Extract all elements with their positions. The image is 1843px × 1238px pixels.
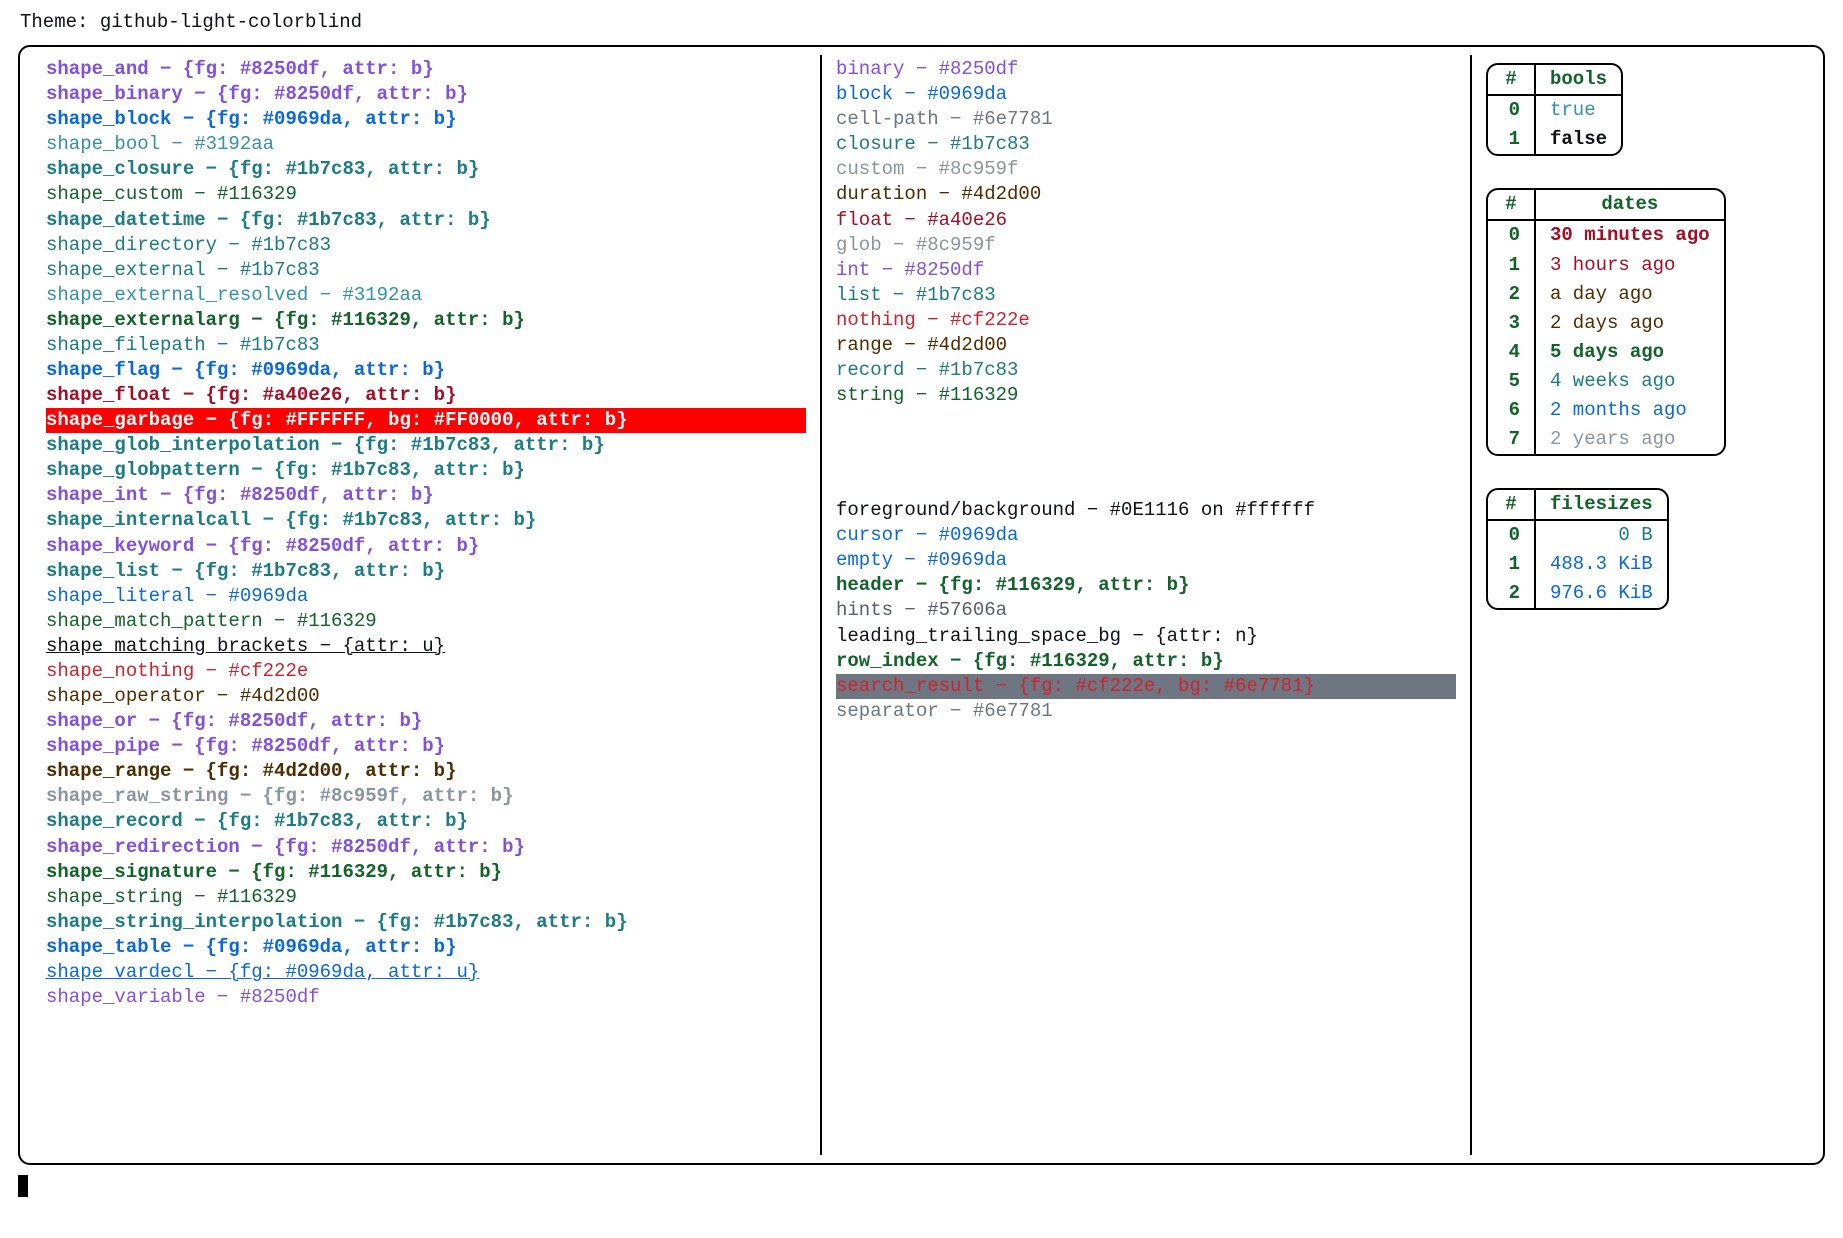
tables-column: #bools0true1false#dates030 minutes ago13…: [1472, 55, 1811, 1155]
shape-row-shape_or: shape_or − {fg: #8250df, attr: b}: [46, 709, 806, 734]
shape-row-shape_filepath: shape_filepath − #1b7c83: [46, 333, 806, 358]
shape-row-shape_redirection: shape_redirection − {fg: #8250df, attr: …: [46, 835, 806, 860]
table-row: 54 weeks ago: [1488, 367, 1724, 396]
shape-row-shape_bool: shape_bool − #3192aa: [46, 132, 806, 157]
shape-row-shape_match_pattern: shape_match_pattern − #116329: [46, 609, 806, 634]
type-row-float: float − #a40e26: [836, 208, 1456, 233]
shape-row-shape_raw_string: shape_raw_string − {fg: #8c959f, attr: b…: [46, 784, 806, 809]
shape-row-shape_external: shape_external − #1b7c83: [46, 258, 806, 283]
shape-row-shape_external_resolved: shape_external_resolved − #3192aa: [46, 283, 806, 308]
dates-table: #dates030 minutes ago13 hours ago2a day …: [1486, 188, 1726, 456]
type-row-nothing: nothing − #cf222e: [836, 308, 1456, 333]
shape-row-shape_and: shape_and − {fg: #8250df, attr: b}: [46, 57, 806, 82]
table-row: 0 0 B: [1488, 520, 1667, 550]
table-row: 1488.3 KiB: [1488, 550, 1667, 579]
preview-panel: shape_and − {fg: #8250df, attr: b}shape_…: [18, 45, 1825, 1165]
table-row: 2a day ago: [1488, 280, 1724, 309]
table-row: 45 days ago: [1488, 338, 1724, 367]
misc-row-empty: empty − #0969da: [836, 548, 1456, 573]
table-row: 1false: [1488, 125, 1621, 154]
type-row-int: int − #8250df: [836, 258, 1456, 283]
shape-row-shape_block: shape_block − {fg: #0969da, attr: b}: [46, 107, 806, 132]
type-row-block: block − #0969da: [836, 82, 1456, 107]
shape-row-shape_closure: shape_closure − {fg: #1b7c83, attr: b}: [46, 157, 806, 182]
theme-title: Theme: github-light-colorblind: [20, 10, 1825, 35]
shape-row-shape_binary: shape_binary − {fg: #8250df, attr: b}: [46, 82, 806, 107]
table-row: 62 months ago: [1488, 396, 1724, 425]
type-row-glob: glob − #8c959f: [836, 233, 1456, 258]
cursor-block: [18, 1175, 28, 1197]
type-row-custom: custom − #8c959f: [836, 157, 1456, 182]
shape-row-shape_nothing: shape_nothing − #cf222e: [46, 659, 806, 684]
type-row-binary: binary − #8250df: [836, 57, 1456, 82]
type-row-range: range − #4d2d00: [836, 333, 1456, 358]
shape-row-shape_variable: shape_variable − #8250df: [46, 985, 806, 1010]
type-row-cell-path: cell-path − #6e7781: [836, 107, 1456, 132]
table-row: 13 hours ago: [1488, 251, 1724, 280]
shapes-column: shape_and − {fg: #8250df, attr: b}shape_…: [32, 55, 822, 1155]
shape-row-shape_int: shape_int − {fg: #8250df, attr: b}: [46, 483, 806, 508]
shape-row-shape_datetime: shape_datetime − {fg: #1b7c83, attr: b}: [46, 208, 806, 233]
table-row: 0true: [1488, 95, 1621, 125]
table-row: 030 minutes ago: [1488, 220, 1724, 250]
table-row: 2976.6 KiB: [1488, 579, 1667, 608]
filesizes-table: #filesizes0 0 B1488.3 KiB2976.6 KiB: [1486, 488, 1669, 610]
misc-row-search_result: search_result − {fg: #cf222e, bg: #6e778…: [836, 674, 1456, 699]
misc-row-cursor: cursor − #0969da: [836, 523, 1456, 548]
shape-row-shape_string_interpolation: shape_string_interpolation − {fg: #1b7c8…: [46, 910, 806, 935]
shape-row-shape_literal: shape_literal − #0969da: [46, 584, 806, 609]
shape-row-shape_internalcall: shape_internalcall − {fg: #1b7c83, attr:…: [46, 508, 806, 533]
shape-row-shape_vardecl: shape_vardecl − {fg: #0969da, attr: u}: [46, 960, 806, 985]
misc-row-hints: hints − #57606a: [836, 598, 1456, 623]
shape-row-shape_float: shape_float − {fg: #a40e26, attr: b}: [46, 383, 806, 408]
shape-row-shape_custom: shape_custom − #116329: [46, 182, 806, 207]
shape-row-shape_table: shape_table − {fg: #0969da, attr: b}: [46, 935, 806, 960]
misc-row-leading_trailing_space_bg: leading_trailing_space_bg − {attr: n}: [836, 624, 1456, 649]
shape-row-shape_list: shape_list − {fg: #1b7c83, attr: b}: [46, 559, 806, 584]
shape-row-shape_directory: shape_directory − #1b7c83: [46, 233, 806, 258]
misc-row-separator: separator − #6e7781: [836, 699, 1456, 724]
filesizes-header: #: [1488, 490, 1535, 520]
shape-row-shape_garbage: shape_garbage − {fg: #FFFFFF, bg: #FF000…: [46, 408, 806, 433]
table-row: 72 years ago: [1488, 425, 1724, 454]
type-row-closure: closure − #1b7c83: [836, 132, 1456, 157]
dates-header: #: [1488, 190, 1535, 220]
shape-row-shape_keyword: shape_keyword − {fg: #8250df, attr: b}: [46, 534, 806, 559]
shape-row-shape_globpattern: shape_globpattern − {fg: #1b7c83, attr: …: [46, 458, 806, 483]
types-column: binary − #8250dfblock − #0969dacell-path…: [822, 55, 1472, 1155]
filesizes-header: filesizes: [1535, 490, 1667, 520]
shape-row-shape_record: shape_record − {fg: #1b7c83, attr: b}: [46, 809, 806, 834]
table-row: 32 days ago: [1488, 309, 1724, 338]
shape-row-shape_flag: shape_flag − {fg: #0969da, attr: b}: [46, 358, 806, 383]
bools-header: bools: [1535, 65, 1621, 95]
shape-row-shape_string: shape_string − #116329: [46, 885, 806, 910]
shape-row-shape_signature: shape_signature − {fg: #116329, attr: b}: [46, 860, 806, 885]
shape-row-shape_pipe: shape_pipe − {fg: #8250df, attr: b}: [46, 734, 806, 759]
misc-row-header: header − {fg: #116329, attr: b}: [836, 573, 1456, 598]
type-row-string: string − #116329: [836, 383, 1456, 408]
shape-row-shape_range: shape_range − {fg: #4d2d00, attr: b}: [46, 759, 806, 784]
shape-row-shape_matching_brackets: shape_matching_brackets − {attr: u}: [46, 634, 806, 659]
shape-row-shape_operator: shape_operator − #4d2d00: [46, 684, 806, 709]
shape-row-shape_glob_interpolation: shape_glob_interpolation − {fg: #1b7c83,…: [46, 433, 806, 458]
bools-table: #bools0true1false: [1486, 63, 1623, 156]
misc-row-row_index: row_index − {fg: #116329, attr: b}: [836, 649, 1456, 674]
bools-header: #: [1488, 65, 1535, 95]
type-row-record: record − #1b7c83: [836, 358, 1456, 383]
fgbg-row: foreground/background − #0E1116 on #ffff…: [836, 498, 1456, 523]
shape-row-shape_externalarg: shape_externalarg − {fg: #116329, attr: …: [46, 308, 806, 333]
type-row-list: list − #1b7c83: [836, 283, 1456, 308]
type-row-duration: duration − #4d2d00: [836, 182, 1456, 207]
dates-header: dates: [1535, 190, 1724, 220]
